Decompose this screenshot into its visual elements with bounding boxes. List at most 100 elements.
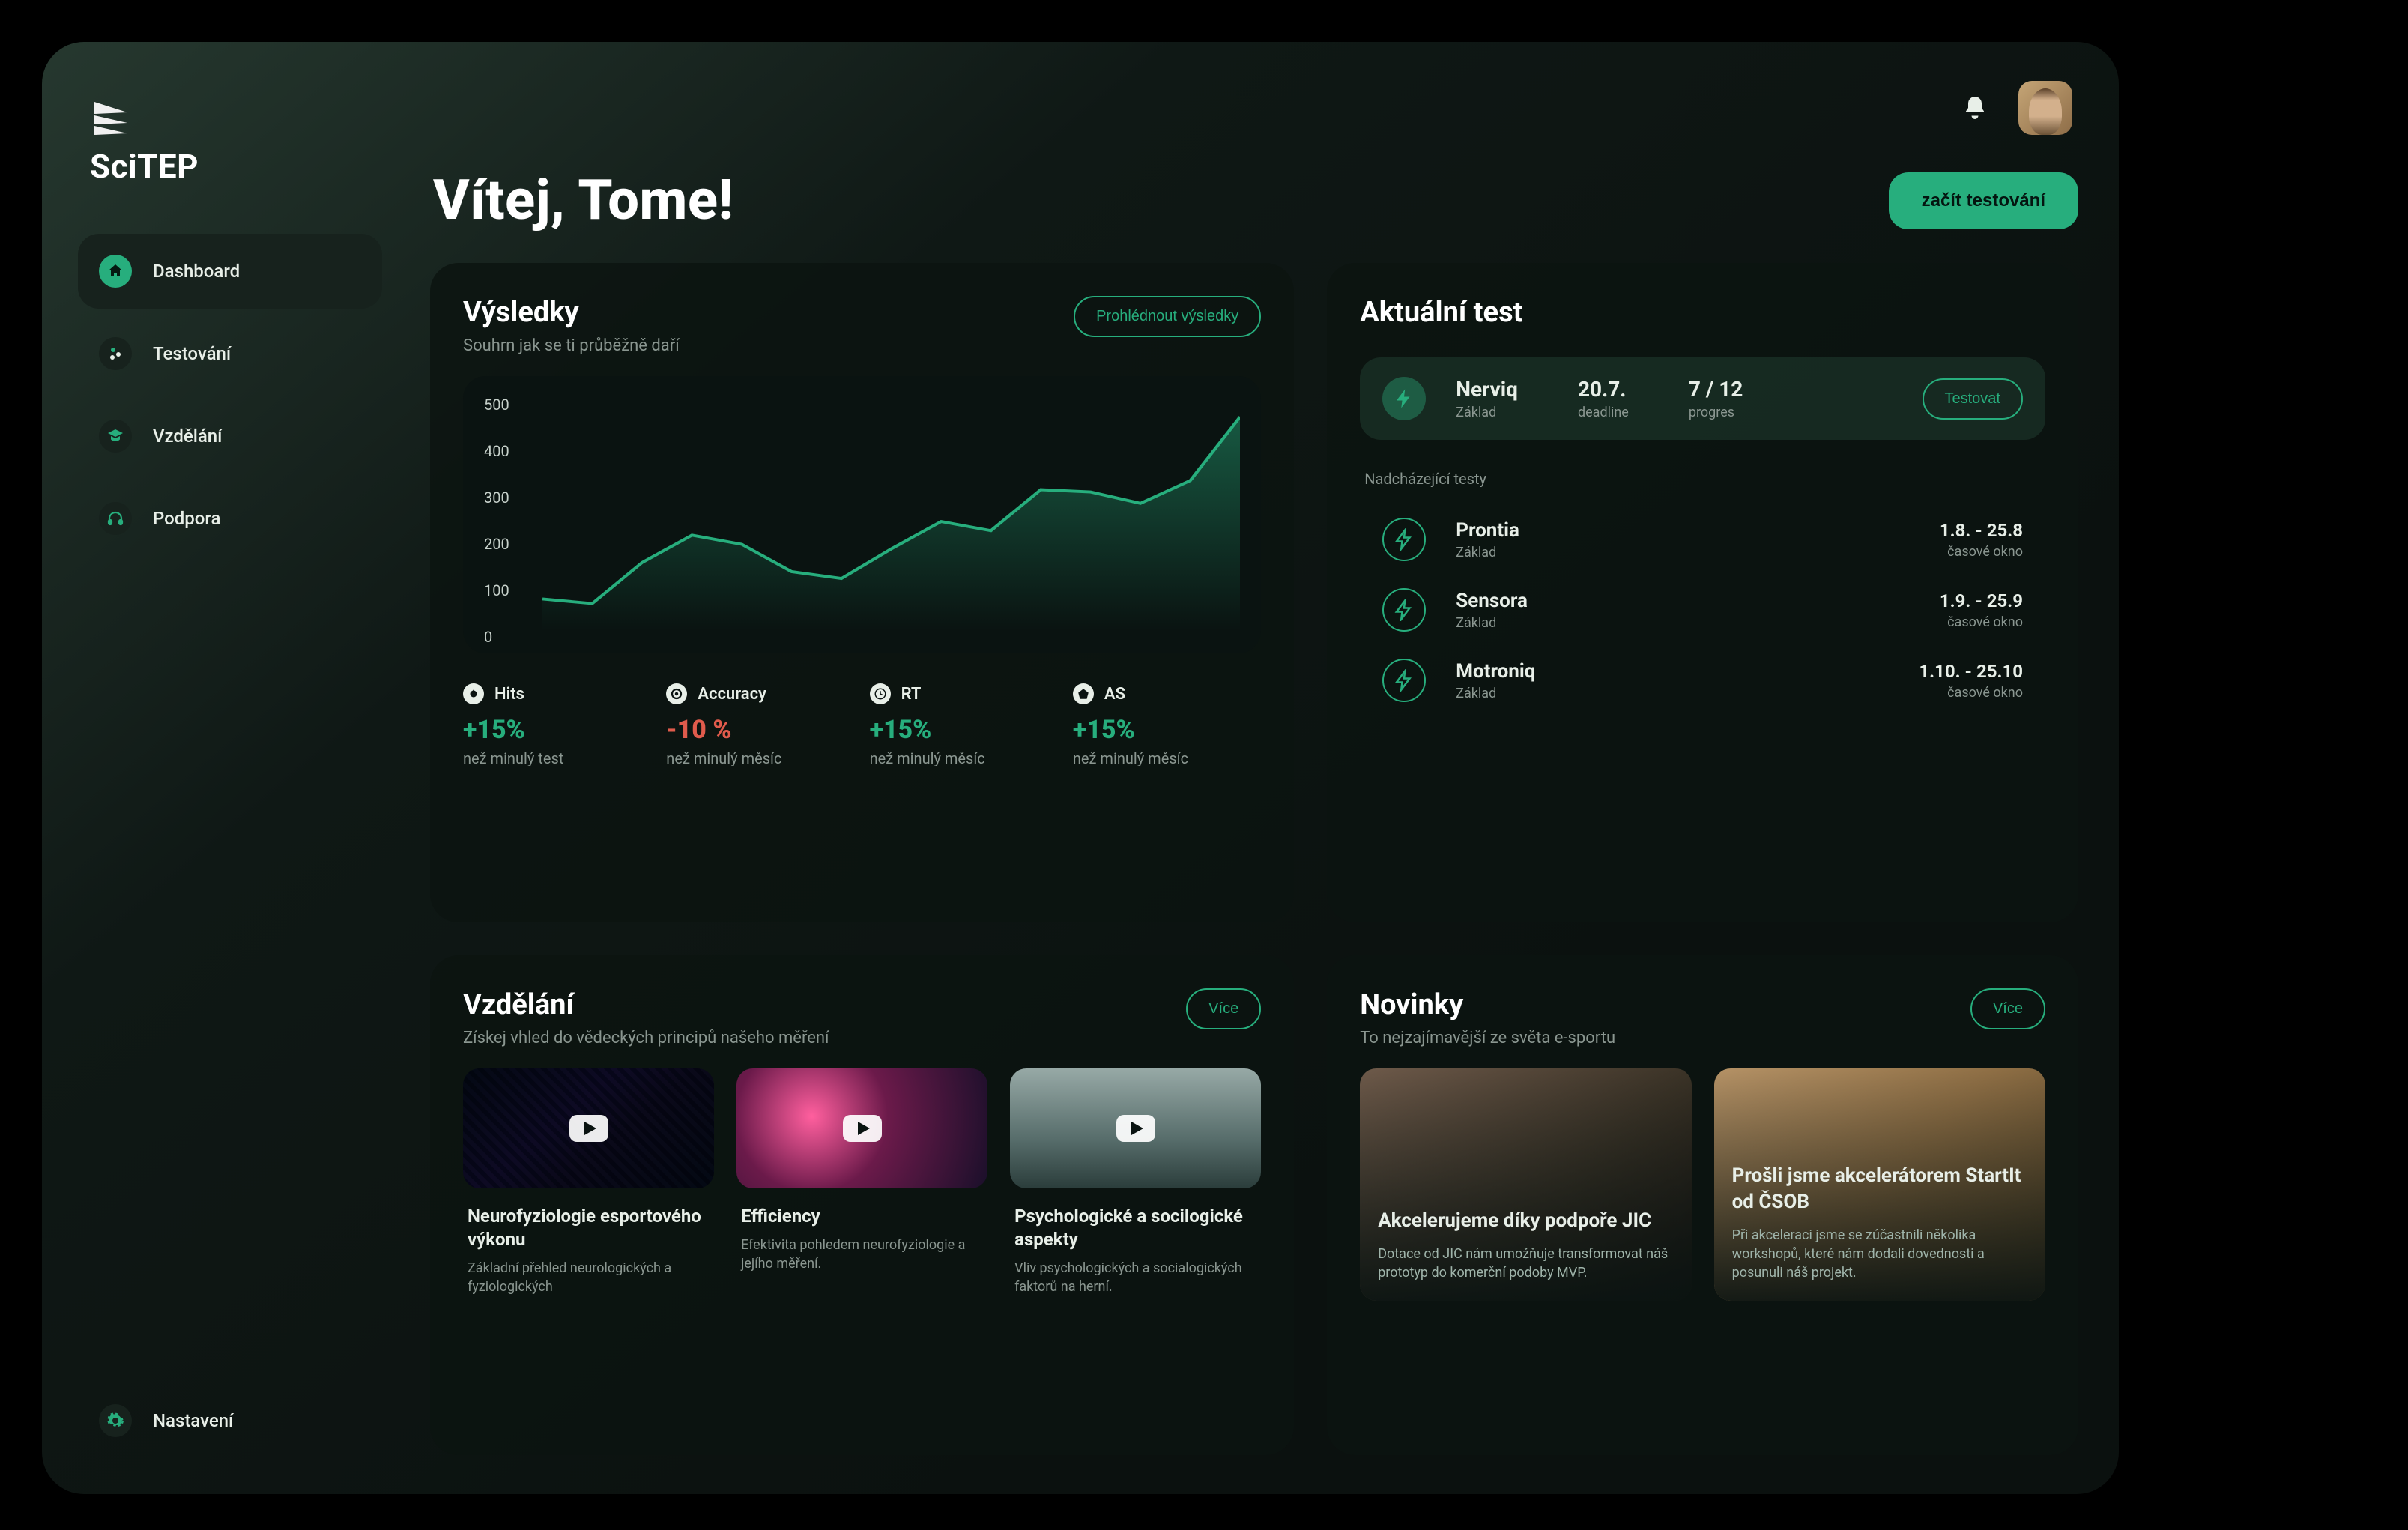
upcoming-test-window: 1.9. - 25.9	[1940, 590, 2023, 611]
education-item-sub: Základní přehled neurologických a fyziol…	[463, 1259, 714, 1296]
headphones-icon	[99, 502, 132, 535]
upcoming-test-window-label: časové okno	[1940, 544, 2023, 560]
video-thumbnail	[463, 1068, 714, 1188]
sidebar-item-label: Testování	[153, 343, 231, 364]
education-more-button[interactable]: Více	[1186, 988, 1261, 1029]
sidebar: SciTEP Dashboard Testování Vzdělání Podp…	[42, 42, 414, 1494]
metric-name: Hits	[494, 685, 524, 704]
metric-delta: +15%	[870, 715, 1058, 745]
avatar[interactable]	[2018, 81, 2072, 135]
hero: Vítej, Tome! začít testování	[430, 168, 2078, 233]
metric-icon	[870, 683, 891, 704]
metric-name: AS	[1104, 685, 1125, 704]
sidebar-item-label: Dashboard	[153, 261, 240, 282]
topbar	[430, 81, 2078, 135]
education-item-sub: Vliv psychologických a socialogických fa…	[1010, 1259, 1261, 1296]
upcoming-test-row[interactable]: MotroniqZáklad 1.10. - 25.10časové okno	[1360, 645, 2045, 716]
upcoming-test-name: Sensora	[1456, 590, 1910, 612]
metric-sub: než minulý test	[463, 749, 651, 767]
news-card: Novinky To nejzajímavější ze světa e-spo…	[1327, 955, 2078, 1456]
bolt-icon	[1382, 518, 1426, 561]
sidebar-item-dashboard[interactable]: Dashboard	[78, 234, 382, 309]
news-list: Akcelerujeme díky podpoře JIC Dotace od …	[1360, 1068, 2045, 1301]
logo-text: SciTEP	[90, 147, 382, 186]
bolt-icon	[1382, 659, 1426, 702]
metric-delta: +15%	[463, 715, 651, 745]
education-item-sub: Efektivita pohledem neurofyziologie a je…	[736, 1236, 987, 1273]
metric-name: Accuracy	[698, 685, 766, 704]
start-testing-button[interactable]: začít testování	[1889, 172, 2078, 229]
metrics-row: Hits +15% než minulý testAccuracy -10 % …	[463, 683, 1261, 767]
current-test-card: Aktuální test Nerviq Základ 20.7. deadli…	[1327, 263, 2078, 922]
education-item[interactable]: Neurofyziologie esportového výkonu Zákla…	[463, 1068, 714, 1297]
news-more-button[interactable]: Více	[1970, 988, 2045, 1029]
play-icon	[1116, 1115, 1155, 1142]
results-subtitle: Souhrn jak se ti průběžně daří	[463, 336, 680, 355]
bell-icon	[1961, 94, 1988, 121]
current-test-title: Aktuální test	[1360, 296, 1522, 329]
metric-icon	[666, 683, 687, 704]
metric-icon	[463, 683, 484, 704]
logo-mark-icon	[90, 97, 132, 139]
education-item-title: Efficiency	[736, 1205, 987, 1228]
view-results-button[interactable]: Prohlédnout výsledky	[1074, 296, 1261, 337]
metric: Accuracy -10 % než minulý měsíc	[666, 683, 854, 767]
upcoming-test-window: 1.10. - 25.10	[1919, 661, 2023, 682]
y-tick: 0	[484, 628, 492, 646]
metric-name: RT	[901, 685, 922, 704]
notifications-button[interactable]	[1958, 91, 1991, 124]
metric: Hits +15% než minulý test	[463, 683, 651, 767]
results-chart: 500 400 300 200 100 0	[463, 376, 1261, 653]
y-tick: 500	[484, 396, 509, 414]
y-tick: 100	[484, 581, 509, 599]
bolt-icon	[1382, 588, 1426, 632]
y-tick: 400	[484, 442, 509, 460]
education-card: Vzdělání Získej vhled do vědeckých princ…	[430, 955, 1294, 1456]
sidebar-item-education[interactable]: Vzdělání	[78, 399, 382, 474]
sidebar-item-label: Podpora	[153, 508, 220, 529]
y-tick: 300	[484, 489, 509, 507]
education-item[interactable]: Psychologické a socilogické aspekty Vliv…	[1010, 1068, 1261, 1297]
upcoming-test-level: Základ	[1456, 545, 1910, 560]
upcoming-test-window-label: časové okno	[1940, 614, 2023, 630]
education-item-title: Neurofyziologie esportového výkonu	[463, 1205, 714, 1251]
current-test-row: Nerviq Základ 20.7. deadline 7 / 12 prog…	[1360, 357, 2045, 440]
play-icon	[569, 1115, 608, 1142]
sidebar-item-label: Vzdělání	[153, 426, 222, 447]
sidebar-item-support[interactable]: Podpora	[78, 481, 382, 556]
upcoming-label: Nadcházející testy	[1364, 470, 2045, 488]
upcoming-test-row[interactable]: ProntiaZáklad 1.8. - 25.8časové okno	[1360, 504, 2045, 575]
gear-icon	[99, 1404, 132, 1437]
sidebar-item-testing[interactable]: Testování	[78, 316, 382, 391]
results-card: Výsledky Souhrn jak se ti průběžně daří …	[430, 263, 1294, 922]
upcoming-test-row[interactable]: SensoraZáklad 1.9. - 25.9časové okno	[1360, 575, 2045, 645]
app-window: SciTEP Dashboard Testování Vzdělání Podp…	[42, 42, 2119, 1494]
metric-sub: než minulý měsíc	[870, 749, 1058, 767]
video-thumbnail	[736, 1068, 987, 1188]
news-item-sub: Při akceleraci jsme se zúčastnili několi…	[1732, 1226, 2027, 1283]
news-item[interactable]: Prošli jsme akcelerátorem StartIt od ČSO…	[1714, 1068, 2045, 1301]
metric-delta: +15%	[1073, 715, 1261, 745]
current-test-deadline: 20.7.	[1578, 377, 1629, 402]
y-tick: 200	[484, 535, 509, 553]
video-thumbnail	[1010, 1068, 1261, 1188]
play-icon	[843, 1115, 882, 1142]
upcoming-test-level: Základ	[1456, 686, 1889, 701]
education-item[interactable]: Efficiency Efektivita pohledem neurofyzi…	[736, 1068, 987, 1297]
news-item-title: Prošli jsme akcelerátorem StartIt od ČSO…	[1732, 1163, 2027, 1215]
home-icon	[99, 255, 132, 288]
metric-delta: -10 %	[666, 715, 854, 745]
current-test-name: Nerviq	[1456, 377, 1518, 402]
graduation-cap-icon	[99, 420, 132, 453]
current-test-progress: 7 / 12	[1689, 377, 1743, 402]
metric-sub: než minulý měsíc	[666, 749, 854, 767]
education-subtitle: Získej vhled do vědeckých principů našeh…	[463, 1029, 829, 1047]
news-title: Novinky	[1360, 988, 1615, 1021]
news-item[interactable]: Akcelerujeme díky podpoře JIC Dotace od …	[1360, 1068, 1691, 1301]
test-button[interactable]: Testovat	[1923, 378, 2023, 420]
logo: SciTEP	[78, 97, 382, 186]
metric-sub: než minulý měsíc	[1073, 749, 1261, 767]
sidebar-item-settings[interactable]: Nastavení	[78, 1383, 382, 1458]
metric-icon	[1073, 683, 1094, 704]
metric: AS +15% než minulý měsíc	[1073, 683, 1261, 767]
